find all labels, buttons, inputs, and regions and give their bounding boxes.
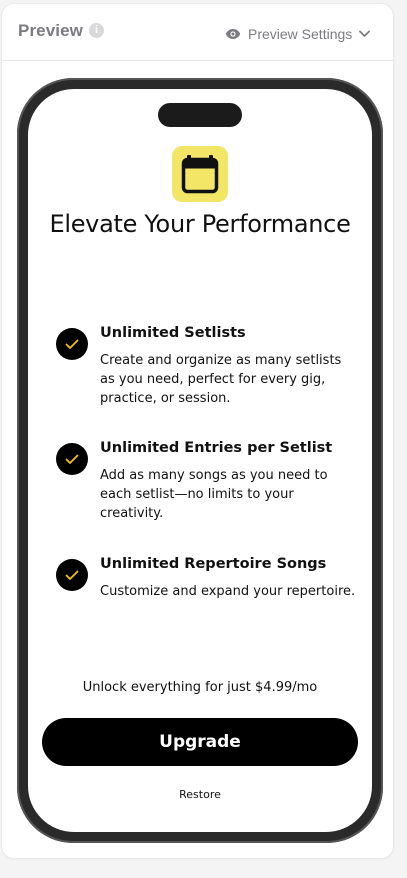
feature-description: Customize and expand your repertoire.	[100, 584, 356, 599]
panel-header: Preview i Preview Settings	[2, 4, 393, 61]
eye-icon	[224, 25, 242, 43]
check-icon	[56, 328, 88, 360]
dynamic-island	[158, 103, 242, 127]
preview-panel: Preview i Preview Settings Elevate Your …	[2, 4, 393, 858]
app-icon	[172, 146, 228, 202]
check-icon	[56, 443, 88, 475]
feature-title: Unlimited Entries per Setlist	[100, 440, 333, 456]
chevron-down-icon	[358, 28, 370, 40]
feature-description: Add as many songs as you need to each se…	[100, 468, 328, 521]
upgrade-button[interactable]: Upgrade	[42, 718, 358, 766]
preview-settings-label: Preview Settings	[248, 26, 353, 42]
calendar-icon	[181, 155, 219, 194]
preview-settings-button[interactable]: Preview Settings	[224, 23, 370, 45]
info-icon[interactable]: i	[89, 23, 104, 38]
feature-title: Unlimited Repertoire Songs	[100, 556, 327, 572]
paywall-headline: Elevate Your Performance	[49, 210, 351, 238]
phone-frame: Elevate Your Performance Unlimited Setli…	[17, 78, 383, 843]
feature-title: Unlimited Setlists	[100, 325, 246, 341]
check-icon	[56, 559, 88, 591]
phone-screen: Elevate Your Performance Unlimited Setli…	[28, 89, 372, 832]
price-text: Unlock everything for just $4.99/mo	[82, 680, 318, 695]
feature-description: Create and organize as many setlists as …	[100, 353, 342, 406]
panel-title: Preview	[18, 21, 83, 40]
restore-link[interactable]: Restore	[28, 788, 372, 801]
